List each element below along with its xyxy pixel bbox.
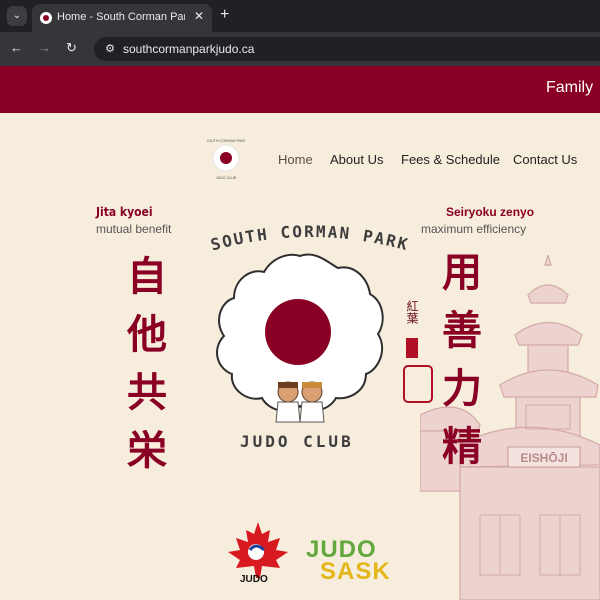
right-kanji-column: 用 善 力 精	[437, 244, 487, 476]
small-kanji-text: 紅葉	[405, 300, 419, 324]
nav-home[interactable]: Home	[278, 152, 313, 167]
motto-right-title: Seiryoku zenyo	[446, 205, 535, 219]
reload-icon[interactable]: ↻	[66, 40, 77, 56]
club-emblem	[216, 253, 384, 423]
kanji-char: 善	[442, 307, 482, 354]
club-logo[interactable]: SOUTH CORMAN PARK JUDO CLUB	[207, 136, 245, 182]
url-text: southcormanparkjudo.ca	[123, 42, 255, 56]
logo-small-bottom-text: JUDO CLUB	[216, 176, 237, 180]
forward-icon[interactable]: →	[38, 40, 51, 56]
nav-about-us[interactable]: About Us	[330, 152, 383, 167]
nav-fees-schedule[interactable]: Fees & Schedule	[401, 152, 500, 167]
motto-left-subtitle: mutual benefit	[96, 222, 172, 236]
browser-tab[interactable]: Home - South Corman Park Judo Club ✕	[32, 4, 212, 32]
banner-text: Family	[546, 79, 594, 96]
nav-contact-us[interactable]: Contact Us	[513, 152, 577, 167]
left-kanji-column: 自 他 共 栄	[122, 248, 172, 480]
announcement-banner: Family	[0, 66, 600, 113]
artist-seals: 紅葉	[403, 300, 433, 403]
kanji-char: 共	[127, 369, 167, 416]
logo-small-top-text: SOUTH CORMAN PARK	[207, 139, 245, 143]
close-icon[interactable]: ✕	[194, 9, 204, 23]
kanji-char: 力	[442, 365, 482, 412]
judo-sask-bottom[interactable]: SASK	[320, 558, 391, 586]
emblem-rising-sun	[265, 299, 331, 365]
browser-tab-strip: ⌄ Home - South Corman Park Judo Club ✕ +	[0, 0, 600, 32]
kanji-char: 精	[442, 423, 482, 470]
address-bar: ← → ↻ ⚙ southcormanparkjudo.ca	[0, 32, 600, 66]
judo-canada-label: JUDO	[240, 574, 268, 585]
url-field[interactable]: ⚙ southcormanparkjudo.ca	[94, 37, 600, 61]
seal-large	[403, 365, 433, 403]
kanji-char: 栄	[127, 427, 167, 474]
tab-search-icon[interactable]: ⌄	[7, 6, 27, 26]
logo-small-sun	[220, 152, 232, 164]
club-name-bottom: JUDO CLUB	[240, 432, 354, 451]
tab-title: Home - South Corman Park Judo Club	[57, 11, 185, 23]
kanji-char: 他	[127, 311, 167, 358]
site-info-icon[interactable]: ⚙	[102, 41, 118, 57]
seal-small	[406, 338, 418, 358]
favicon-icon	[40, 12, 52, 24]
kanji-char: 自	[127, 253, 167, 300]
back-icon[interactable]: ←	[10, 40, 23, 56]
temple-sign-text: EISHŌJI	[520, 451, 567, 465]
plus-icon[interactable]: +	[220, 6, 229, 24]
motto-left-title: Jita kyoei	[96, 205, 153, 219]
motto-right-subtitle: maximum efficiency	[421, 222, 527, 236]
kanji-char: 用	[442, 249, 482, 296]
